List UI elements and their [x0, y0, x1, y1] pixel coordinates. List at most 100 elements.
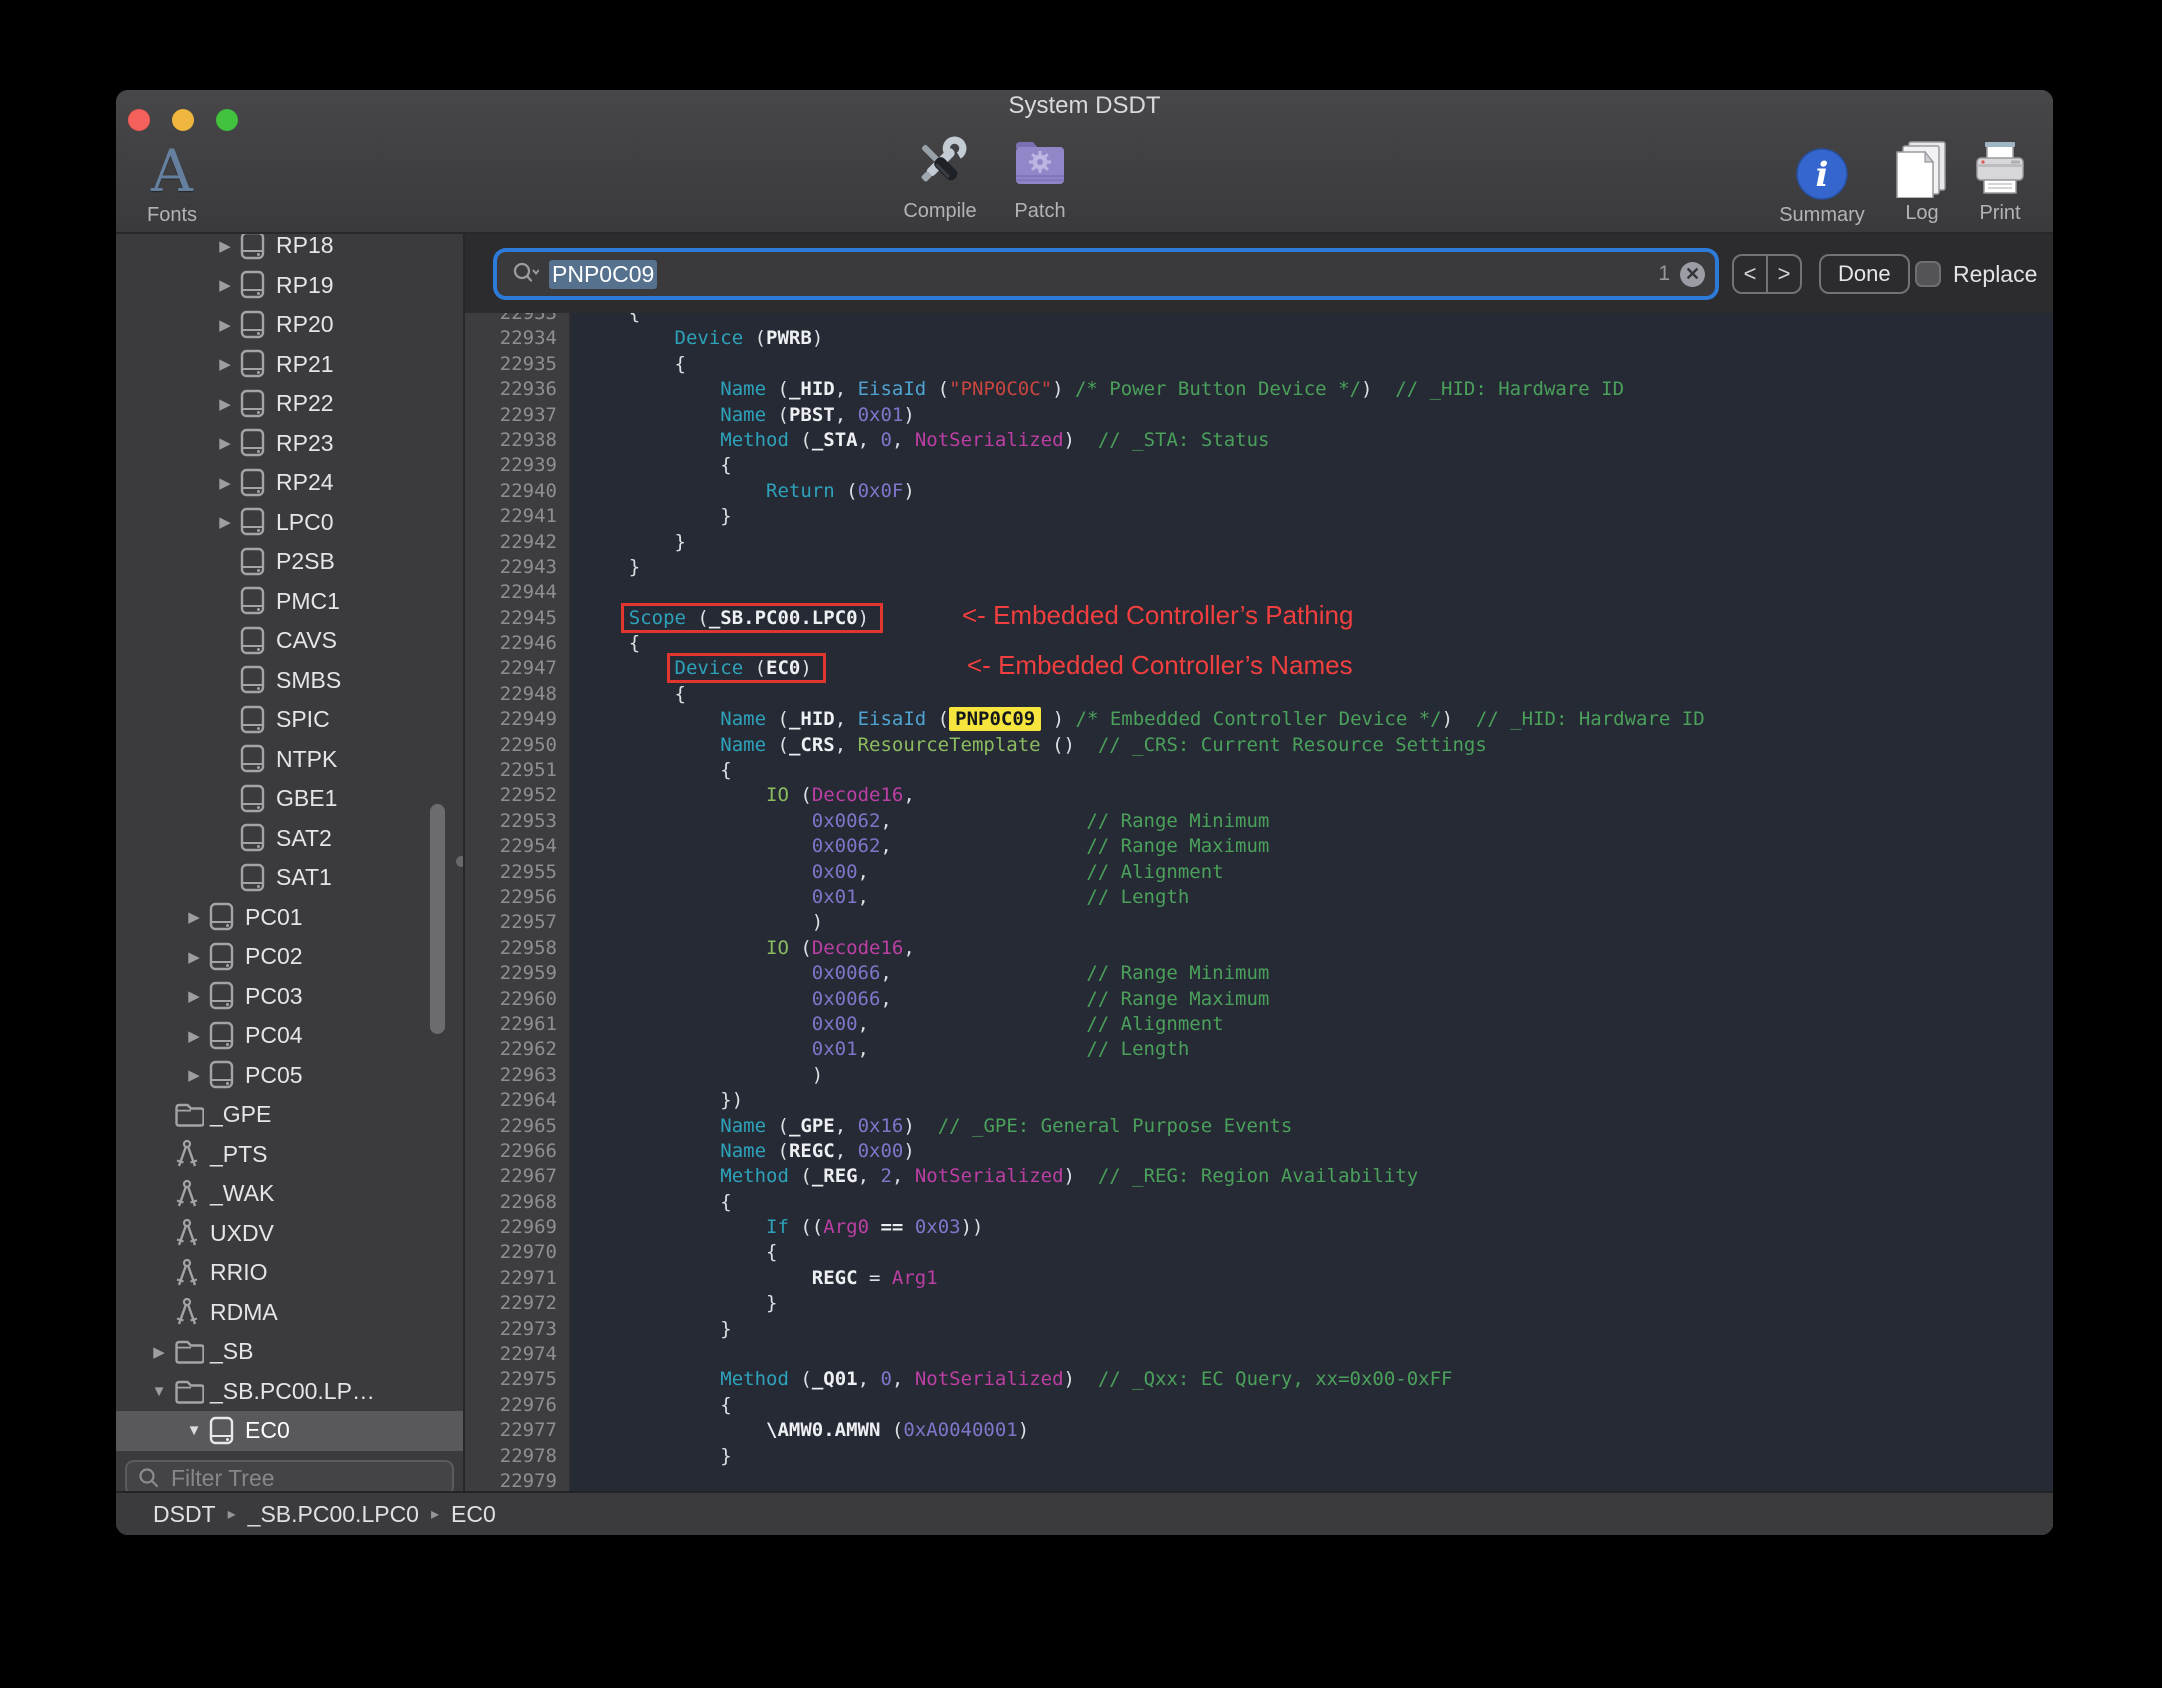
breadcrumb-item-EC0[interactable]: EC0	[451, 1501, 496, 1528]
search-magnifier-icon[interactable]	[511, 261, 539, 287]
tree-item-_SB[interactable]: ▶ _SB	[116, 1332, 463, 1372]
tree-item-CAVS[interactable]: CAVS	[116, 621, 463, 661]
tree-item-EC0[interactable]: ▼ EC0	[116, 1411, 463, 1451]
replace-label: Replace	[1953, 260, 2038, 287]
tree-item-RP21[interactable]: ▶ RP21	[116, 345, 463, 385]
tree-item-PC03[interactable]: ▶ PC03	[116, 977, 463, 1017]
tree-item-_GPE[interactable]: _GPE	[116, 1095, 463, 1135]
tree-item-RP20[interactable]: ▶ RP20	[116, 305, 463, 345]
tree-item-label: CAVS	[276, 627, 337, 654]
code-line-22968: 22968 {	[465, 1190, 2053, 1215]
filter-tree-field[interactable]: Filter Tree	[125, 1460, 454, 1493]
line-number: 22964	[499, 1089, 557, 1112]
tree-item-label: RP20	[276, 311, 334, 338]
tree-item-label: PC01	[245, 903, 303, 930]
sidebar-scrollbar-thumb[interactable]	[430, 804, 445, 1034]
code-line-22956: 22956 0x01, // Length	[465, 885, 2053, 910]
splitter-handle[interactable]	[456, 856, 463, 867]
tree-item-RP19[interactable]: ▶ RP19	[116, 266, 463, 306]
disclosure-right-icon[interactable]: ▶	[179, 1066, 209, 1084]
tree-item-PMC1[interactable]: PMC1	[116, 582, 463, 622]
tree-item-NTPK[interactable]: NTPK	[116, 740, 463, 780]
tree-item-RRIO[interactable]: RRIO	[116, 1253, 463, 1293]
code-line-22967: 22967 Method (_REG, 2, NotSerialized) //…	[465, 1164, 2053, 1189]
find-next-button[interactable]: >	[1768, 256, 1800, 292]
code-line-22945: 22945 Scope (_SB.PC00.LPC0) <- Embedded C…	[465, 601, 2053, 631]
log-button[interactable]: Log	[1882, 126, 1962, 225]
tree-item-SPIC[interactable]: SPIC	[116, 700, 463, 740]
code-line-22961: 22961 0x00, // Alignment	[465, 1012, 2053, 1037]
tree-item-RP18[interactable]: ▶ RP18	[116, 234, 463, 266]
done-button[interactable]: Done	[1819, 254, 1910, 294]
disclosure-right-icon[interactable]: ▶	[210, 237, 240, 255]
line-number: 22973	[499, 1317, 557, 1340]
printer-icon	[1971, 126, 2029, 198]
tree-item-label: _WAK	[210, 1180, 275, 1207]
code-line-22947: 22947 Device (EC0) <- Embedded Controller…	[465, 652, 2053, 681]
replace-checkbox[interactable]	[1915, 261, 1941, 287]
tree-item-RP23[interactable]: ▶ RP23	[116, 424, 463, 464]
device-icon	[240, 823, 276, 853]
tree-item-PC02[interactable]: ▶ PC02	[116, 937, 463, 977]
disclosure-right-icon[interactable]: ▶	[210, 474, 240, 492]
disclosure-right-icon[interactable]: ▶	[210, 355, 240, 373]
disclosure-down-icon[interactable]: ▼	[144, 1383, 174, 1400]
find-previous-button[interactable]: <	[1734, 256, 1768, 292]
tree-item-_SBPC00LP[interactable]: ▼ _SB.PC00.LP…	[116, 1372, 463, 1412]
tree-item-P2SB[interactable]: P2SB	[116, 542, 463, 582]
device-icon	[240, 349, 276, 379]
tree-item-SAT1[interactable]: SAT1	[116, 858, 463, 898]
tree-item-label: SAT2	[276, 824, 332, 851]
disclosure-right-icon[interactable]: ▶	[210, 434, 240, 452]
device-icon	[209, 1416, 245, 1446]
tree-item-SAT2[interactable]: SAT2	[116, 819, 463, 859]
disclosure-right-icon[interactable]: ▶	[179, 908, 209, 926]
summary-button[interactable]: i Summary	[1772, 128, 1872, 227]
disclosure-right-icon[interactable]: ▶	[179, 987, 209, 1005]
tree-item-LPC0[interactable]: ▶ LPC0	[116, 503, 463, 543]
disclosure-right-icon[interactable]: ▶	[179, 1027, 209, 1045]
patch-button[interactable]: Patch	[990, 124, 1090, 223]
code-line-22977: 22977 \AMW0.AMWN (0xA0040001)	[465, 1418, 2053, 1443]
code-line-22960: 22960 0x0066, // Range Maximum	[465, 987, 2053, 1012]
tree-item-PC05[interactable]: ▶ PC05	[116, 1056, 463, 1096]
breadcrumb-item-DSDT[interactable]: DSDT	[153, 1501, 216, 1528]
tree-item-SMBS[interactable]: SMBS	[116, 661, 463, 701]
line-number: 22965	[499, 1114, 557, 1137]
code-viewport[interactable]: 22933 {22934 Device (PWRB) 22935 {22936 N…	[465, 313, 2053, 1493]
fonts-button[interactable]: A Fonts	[132, 128, 212, 227]
code-line-22973: 22973 }	[465, 1317, 2053, 1342]
tree-item-UXDV[interactable]: UXDV	[116, 1214, 463, 1254]
tree-item-_PTS[interactable]: _PTS	[116, 1135, 463, 1175]
replace-toggle[interactable]: Replace	[1915, 254, 2037, 294]
tree-item-RDMA[interactable]: RDMA	[116, 1293, 463, 1333]
dsdt-tree[interactable]: ▶ RP18 ▶ RP19 ▶ RP20 ▶ RP21 ▶ RP22 ▶ RP23 ▶ RP24 ▶ LPC0…	[116, 234, 463, 1451]
device-icon	[209, 1021, 245, 1051]
code-line-22941: 22941 }	[465, 504, 2053, 529]
breadcrumb-item-_SBPC00LPC0[interactable]: _SB.PC00.LPC0	[248, 1501, 419, 1528]
disclosure-right-icon[interactable]: ▶	[210, 513, 240, 531]
tree-item-PC04[interactable]: ▶ PC04	[116, 1016, 463, 1056]
compile-tools-icon	[907, 124, 973, 196]
clear-search-icon[interactable]: ✕	[1680, 261, 1705, 287]
disclosure-right-icon[interactable]: ▶	[179, 948, 209, 966]
disclosure-down-icon[interactable]: ▼	[179, 1422, 209, 1439]
disclosure-right-icon[interactable]: ▶	[210, 395, 240, 413]
tree-item-PC01[interactable]: ▶ PC01	[116, 898, 463, 938]
search-input[interactable]: PNP0C09 1 ✕	[497, 252, 1715, 296]
tree-item-RP22[interactable]: ▶ RP22	[116, 384, 463, 424]
disclosure-right-icon[interactable]: ▶	[210, 316, 240, 334]
disclosure-right-icon[interactable]: ▶	[144, 1343, 174, 1361]
device-icon	[240, 234, 276, 261]
method-icon	[174, 1258, 210, 1288]
code-line-22939: 22939 {	[465, 453, 2053, 478]
tree-item-RP24[interactable]: ▶ RP24	[116, 463, 463, 503]
tree-item-_WAK[interactable]: _WAK	[116, 1174, 463, 1214]
print-button[interactable]: Print	[1960, 126, 2040, 225]
line-number: 22963	[499, 1063, 557, 1086]
code-editor[interactable]: 22933 {22934 Device (PWRB) 22935 {22936 N…	[465, 313, 2053, 1493]
disclosure-right-icon[interactable]: ▶	[210, 276, 240, 294]
compile-button[interactable]: Compile	[890, 124, 990, 223]
window-title: System DSDT	[1008, 92, 1161, 119]
tree-item-GBE1[interactable]: GBE1	[116, 779, 463, 819]
